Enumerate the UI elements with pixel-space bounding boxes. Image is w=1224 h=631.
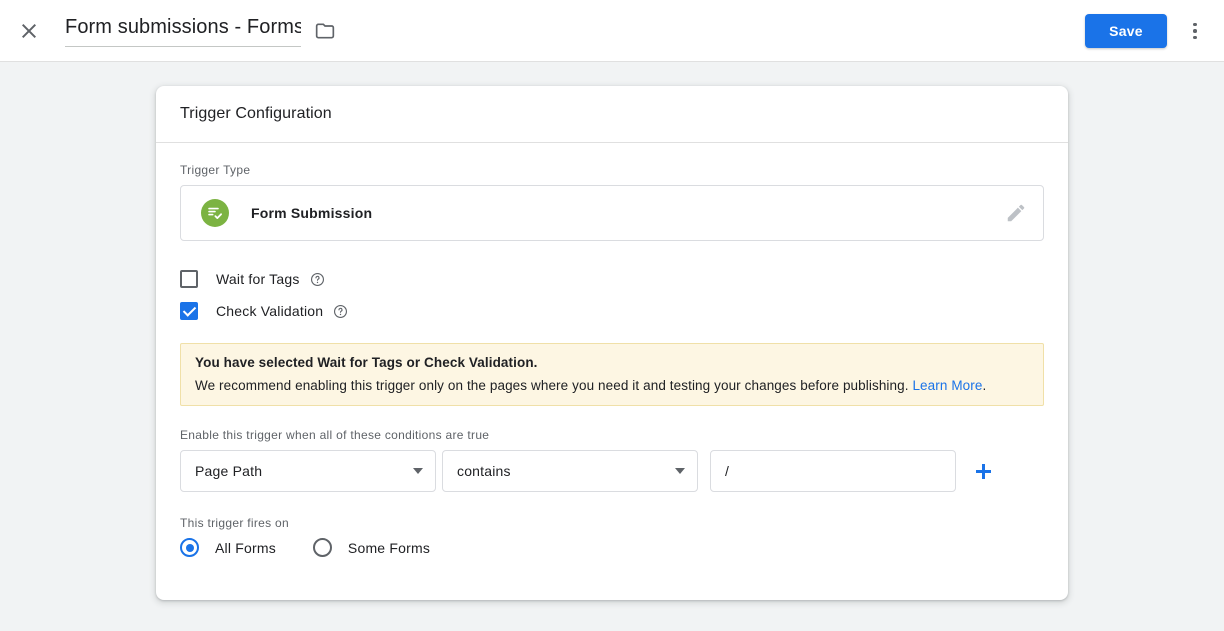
trigger-type-value: Form Submission bbox=[251, 205, 1005, 221]
folder-icon[interactable] bbox=[314, 21, 336, 41]
warning-banner-period: . bbox=[983, 378, 987, 393]
radio-some-forms[interactable] bbox=[313, 538, 332, 557]
close-icon[interactable] bbox=[17, 19, 41, 43]
check-validation-label: Check Validation bbox=[216, 303, 323, 319]
trigger-configuration-card: Trigger Configuration Trigger Type Form … bbox=[156, 86, 1068, 600]
radio-some-forms-label: Some Forms bbox=[348, 540, 430, 556]
fires-on-radio-group: All Forms Some Forms bbox=[180, 538, 1044, 557]
learn-more-link[interactable]: Learn More bbox=[912, 378, 982, 393]
kebab-dot bbox=[1193, 23, 1197, 27]
pencil-icon[interactable] bbox=[1005, 202, 1027, 224]
help-circle-icon[interactable] bbox=[310, 272, 325, 287]
condition-value-input[interactable] bbox=[710, 450, 956, 492]
condition-variable-value: Page Path bbox=[195, 463, 413, 479]
trigger-name-field-wrapper bbox=[65, 14, 301, 47]
card-title: Trigger Configuration bbox=[180, 105, 332, 123]
fires-on-label: This trigger fires on bbox=[180, 516, 1044, 530]
condition-row: Page Path contains bbox=[180, 450, 1044, 492]
fires-on-section: This trigger fires on All Forms Some For… bbox=[180, 516, 1044, 557]
help-circle-icon[interactable] bbox=[333, 304, 348, 319]
kebab-dot bbox=[1193, 29, 1197, 33]
trigger-type-label: Trigger Type bbox=[180, 163, 1044, 177]
conditions-label: Enable this trigger when all of these co… bbox=[180, 428, 1044, 442]
condition-operator-value: contains bbox=[457, 463, 675, 479]
top-app-bar: Save bbox=[0, 0, 1224, 62]
option-check-validation[interactable]: Check Validation bbox=[180, 295, 1044, 327]
trigger-type-row[interactable]: Form Submission bbox=[180, 185, 1044, 241]
warning-banner: You have selected Wait for Tags or Check… bbox=[180, 343, 1044, 406]
condition-operator-select[interactable]: contains bbox=[442, 450, 698, 492]
check-validation-checkbox[interactable] bbox=[180, 302, 198, 320]
kebab-dot bbox=[1193, 36, 1197, 40]
warning-banner-title: You have selected Wait for Tags or Check… bbox=[195, 355, 1029, 370]
trigger-options-group: Wait for Tags Check Validation bbox=[180, 263, 1044, 327]
wait-for-tags-label: Wait for Tags bbox=[216, 271, 300, 287]
option-wait-for-tags[interactable]: Wait for Tags bbox=[180, 263, 1044, 295]
chevron-down-icon bbox=[413, 468, 423, 474]
form-submission-icon bbox=[201, 199, 229, 227]
radio-all-forms[interactable] bbox=[180, 538, 199, 557]
trigger-name-input[interactable] bbox=[65, 14, 301, 40]
radio-all-forms-label: All Forms bbox=[215, 540, 276, 556]
save-button[interactable]: Save bbox=[1085, 14, 1167, 48]
warning-banner-text: We recommend enabling this trigger only … bbox=[195, 378, 1029, 393]
wait-for-tags-checkbox[interactable] bbox=[180, 270, 198, 288]
card-header: Trigger Configuration bbox=[156, 86, 1068, 143]
add-condition-icon[interactable] bbox=[974, 461, 994, 481]
card-body: Trigger Type Form Submission bbox=[156, 143, 1068, 557]
warning-banner-body: We recommend enabling this trigger only … bbox=[195, 378, 909, 393]
condition-variable-select[interactable]: Page Path bbox=[180, 450, 436, 492]
chevron-down-icon bbox=[675, 468, 685, 474]
conditions-section: Enable this trigger when all of these co… bbox=[180, 428, 1044, 492]
kebab-menu-icon[interactable] bbox=[1183, 19, 1207, 43]
